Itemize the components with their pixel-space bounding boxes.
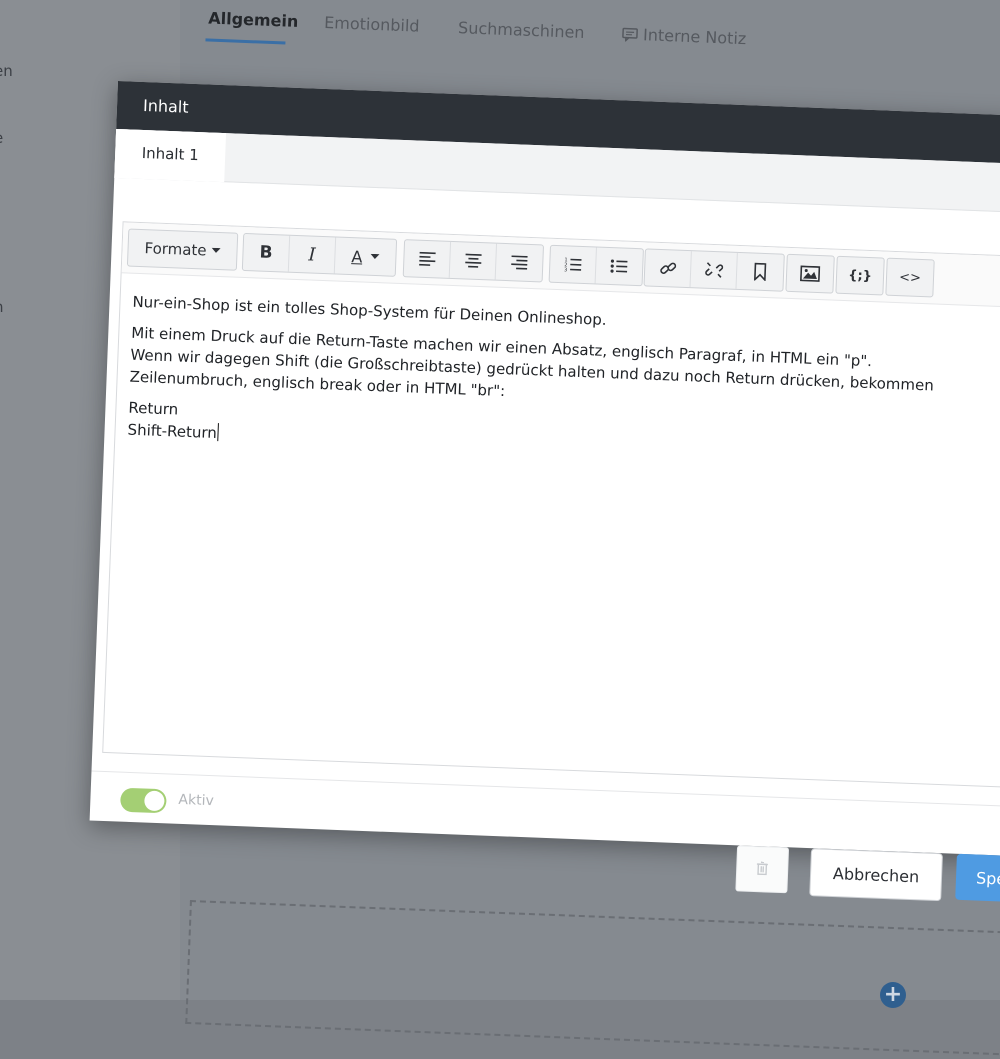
comment-icon xyxy=(622,24,644,44)
italic-button[interactable]: I xyxy=(289,236,336,274)
formats-dropdown[interactable]: Formate xyxy=(128,230,237,270)
formats-label: Formate xyxy=(144,239,207,259)
list-group: 123 xyxy=(549,245,644,287)
align-right-button[interactable] xyxy=(496,244,543,282)
anchor-button[interactable] xyxy=(736,253,783,291)
svg-text:3: 3 xyxy=(563,267,566,273)
tab-label: Interne Notiz xyxy=(643,25,747,48)
text-cursor xyxy=(218,423,220,441)
sidebar-item: e xyxy=(0,129,3,147)
modal-title: Inhalt xyxy=(143,96,189,117)
unlink-icon xyxy=(704,261,723,280)
toggle-knob xyxy=(144,791,165,812)
link-group xyxy=(644,248,785,291)
bold-button[interactable]: B xyxy=(243,234,290,272)
text-color-button[interactable]: A xyxy=(335,237,396,275)
source-code-button[interactable]: <> xyxy=(886,259,933,297)
ordered-list-button[interactable]: 123 xyxy=(550,246,597,284)
cancel-button[interactable]: Abbrechen xyxy=(809,848,943,901)
rich-text-editor[interactable]: Formate B I A xyxy=(102,221,1000,790)
trash-icon xyxy=(756,860,769,879)
text-color-label: A xyxy=(351,247,363,266)
active-toggle-label: Aktiv xyxy=(178,792,214,809)
content-modal: Inhalt Inhalt 1 Formate B I A xyxy=(90,81,1000,857)
caret-down-icon xyxy=(370,254,379,260)
active-tab-indicator xyxy=(205,38,285,44)
tab-emotionbild[interactable]: Emotionbild xyxy=(324,13,420,36)
insert-link-button[interactable] xyxy=(645,249,692,287)
image-group xyxy=(785,254,834,294)
editor-content[interactable]: Nur-ein-Shop ist ein tolles Shop-System … xyxy=(127,291,1000,478)
tab-interne-notiz[interactable]: Interne Notiz xyxy=(622,24,747,48)
insert-image-button[interactable] xyxy=(786,255,833,293)
sidebar-item: n xyxy=(0,298,4,316)
source-group: <> xyxy=(885,258,934,298)
bookmark-icon xyxy=(753,263,768,282)
formats-group: Formate xyxy=(127,229,238,271)
variables-group: {;} xyxy=(835,256,884,296)
ordered-list-icon: 123 xyxy=(563,256,582,273)
align-right-icon xyxy=(510,255,529,270)
bullet-list-icon xyxy=(610,258,629,275)
tab-allgemein[interactable]: Allgemein xyxy=(208,9,299,31)
align-center-icon xyxy=(464,253,483,268)
active-toggle[interactable] xyxy=(120,788,167,814)
image-icon xyxy=(800,265,821,282)
sidebar-item: en xyxy=(0,62,13,80)
tab-suchmaschinen[interactable]: Suchmaschinen xyxy=(458,18,585,42)
link-icon xyxy=(658,259,677,278)
save-button[interactable]: Speic xyxy=(955,854,1000,905)
remove-link-button[interactable] xyxy=(691,251,738,289)
variables-button[interactable]: {;} xyxy=(836,257,883,295)
delete-button[interactable] xyxy=(735,845,789,893)
editor-line: Shift-Return xyxy=(127,421,217,442)
align-left-icon xyxy=(418,252,437,267)
caret-down-icon xyxy=(211,248,220,254)
bullet-list-button[interactable] xyxy=(596,248,643,286)
add-icon[interactable]: + xyxy=(880,982,906,1008)
tab-inhalt-1[interactable]: Inhalt 1 xyxy=(114,129,226,182)
align-left-button[interactable] xyxy=(404,240,451,278)
alignment-group xyxy=(403,239,544,282)
text-style-group: B I A xyxy=(242,233,397,277)
align-center-button[interactable] xyxy=(450,242,497,280)
